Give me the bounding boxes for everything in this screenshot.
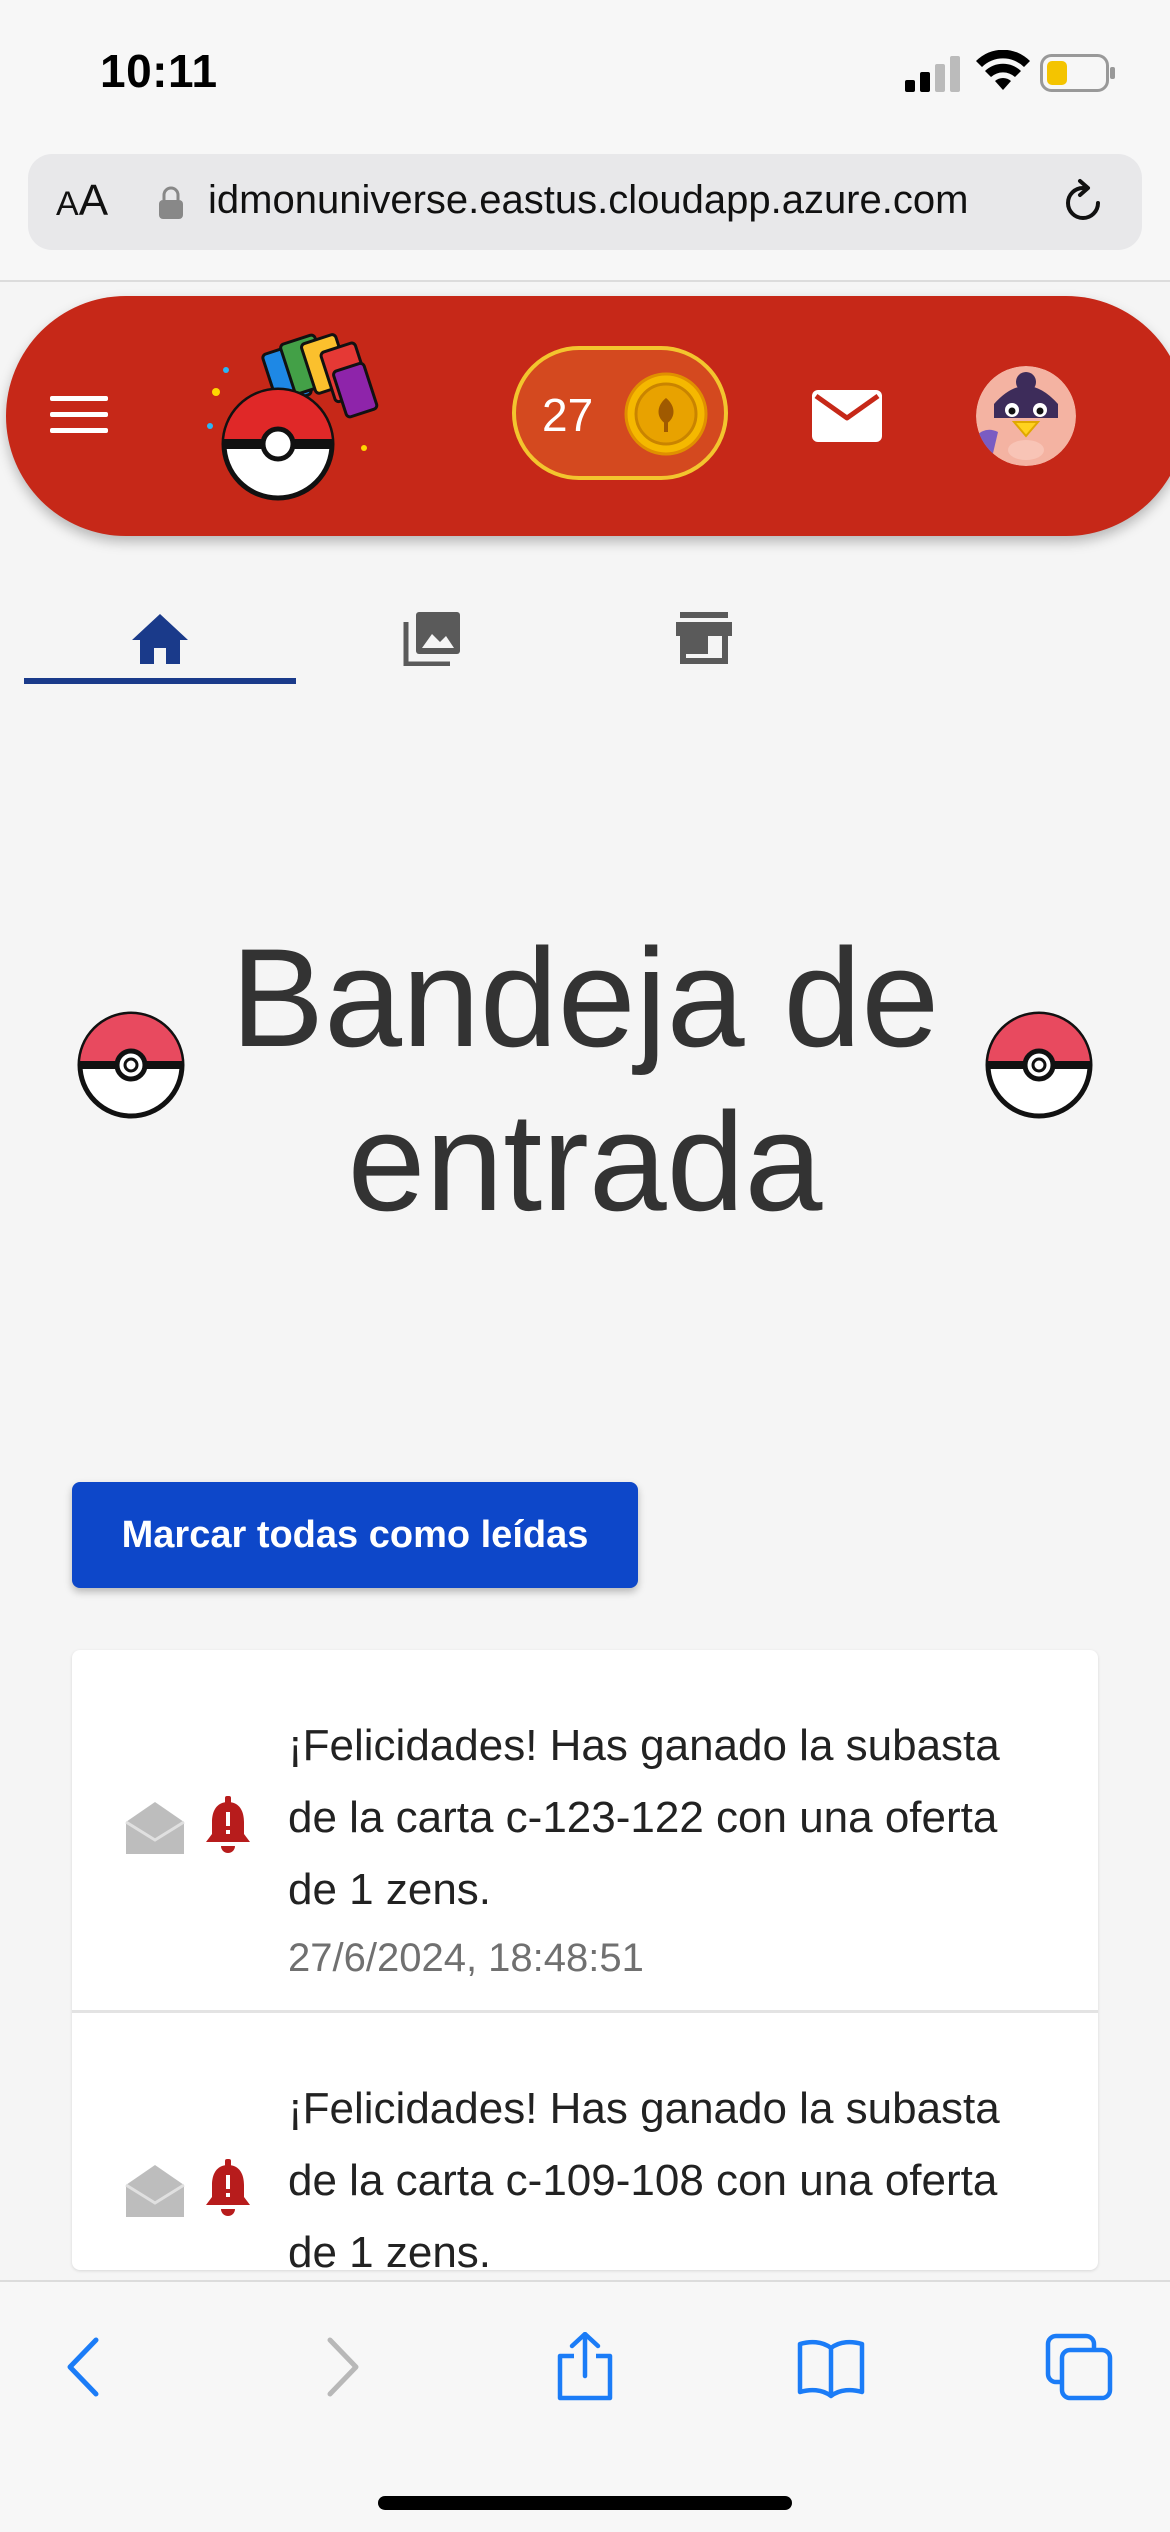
tab-gallery[interactable] (296, 580, 568, 684)
mail-icon[interactable] (812, 390, 882, 442)
notification-item[interactable]: ¡Felicidades! Has ganado la subasta de l… (72, 2013, 1098, 2270)
cellular-signal-icon (905, 56, 960, 92)
bookmarks-icon[interactable] (796, 2332, 866, 2402)
tabs-icon[interactable] (1044, 2332, 1114, 2402)
browser-toolbar (0, 2280, 1170, 2532)
tab-home[interactable] (24, 580, 296, 684)
user-avatar[interactable] (976, 366, 1076, 466)
address-bar[interactable]: AA idmonuniverse.eastus.cloudapp.azure.c… (28, 154, 1142, 250)
status-bar: 10:11 (0, 0, 1170, 150)
mark-all-read-button[interactable]: Marcar todas como leídas (72, 1482, 638, 1588)
lock-icon (159, 186, 183, 219)
hamburger-menu-icon[interactable] (50, 392, 108, 436)
home-indicator (378, 2496, 792, 2510)
battery-icon (1040, 54, 1115, 92)
reload-icon[interactable] (1058, 178, 1108, 228)
app-header: 27 (6, 296, 1170, 536)
status-time: 10:11 (100, 45, 218, 97)
bell-icon (206, 2159, 250, 2216)
coin-balance[interactable]: 27 (512, 346, 728, 480)
bell-icon (206, 1796, 250, 1853)
notification-date: 27/6/2024, 18:48:51 (288, 1936, 644, 1980)
home-icon (132, 614, 188, 664)
notification-list: ¡Felicidades! Has ganado la subasta de l… (72, 1650, 1098, 2270)
tab-store[interactable] (568, 580, 840, 684)
notification-item[interactable]: ¡Felicidades! Has ganado la subasta de l… (72, 1650, 1098, 2013)
screen: 10:11 AA idmonuniverse.eastus.cloudapp.a… (0, 0, 1170, 2532)
reader-text-size-button[interactable]: AA (56, 176, 108, 226)
notification-message: ¡Felicidades! Has ganado la subasta de l… (288, 1721, 1000, 1914)
envelope-open-icon (125, 2165, 185, 2217)
notification-message: ¡Felicidades! Has ganado la subasta de l… (288, 2084, 1000, 2270)
share-icon[interactable] (550, 2332, 620, 2402)
envelope-open-icon (125, 1802, 185, 1854)
browser-address-area: AA idmonuniverse.eastus.cloudapp.azure.c… (0, 150, 1170, 282)
title-row: Bandeja de entrada (0, 900, 1170, 1240)
url-text[interactable]: idmonuniverse.eastus.cloudapp.azure.com (208, 178, 968, 223)
store-icon (676, 612, 732, 664)
pokeball-icon (985, 1011, 1093, 1119)
coin-count: 27 (542, 389, 594, 441)
coin-icon (624, 372, 708, 456)
back-icon[interactable] (52, 2332, 122, 2402)
wifi-icon (976, 50, 1030, 90)
page-title: Bandeja de entrada (230, 919, 940, 1240)
pokeball-icon (77, 1011, 185, 1119)
nav-tabs (24, 580, 1134, 684)
gallery-icon (403, 612, 460, 666)
forward-icon[interactable] (304, 2332, 374, 2402)
pokeball-cards-logo[interactable] (196, 326, 386, 506)
